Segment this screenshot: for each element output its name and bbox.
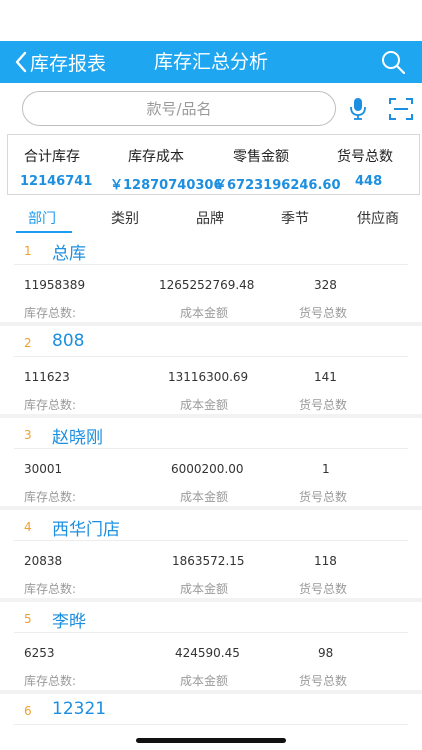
list-item[interactable]: 5 李晔 6253 424590.45 98 库存总数: 成本金额 货号总数	[0, 602, 422, 690]
item-index: 5	[24, 612, 32, 626]
search-row	[0, 83, 422, 131]
item-cost-label: 成本金额	[180, 398, 229, 412]
divider	[14, 724, 408, 725]
item-cost-label: 成本金额	[180, 674, 229, 688]
item-name: 总库	[52, 244, 86, 264]
back-button[interactable]: 库存报表	[14, 41, 106, 83]
item-name: 赵晓刚	[52, 428, 103, 448]
summary-panel: 合计库存 库存成本 零售金额 货号总数 12146741 ￥1287074030…	[7, 134, 420, 195]
item-cost-label: 成本金额	[180, 490, 229, 504]
item-sku-value: 118	[314, 554, 337, 568]
item-stock-label: 库存总数:	[24, 490, 77, 504]
item-stock-label: 库存总数:	[24, 306, 77, 320]
divider	[14, 264, 408, 265]
item-cost-value: 13116300.69	[168, 370, 249, 384]
item-sku-value: 1	[322, 462, 330, 476]
home-indicator	[136, 738, 286, 743]
tab-season[interactable]: 季节	[281, 208, 309, 228]
item-sku-label: 货号总数	[299, 674, 348, 688]
item-cost-value: 1863572.15	[172, 554, 245, 568]
nav-bar: 库存报表 库存汇总分析	[0, 41, 422, 83]
item-sku-label: 货号总数	[299, 306, 348, 320]
microphone-icon[interactable]	[348, 97, 368, 121]
search-icon[interactable]	[380, 49, 406, 75]
item-name: 12321	[52, 699, 107, 719]
item-index: 3	[24, 428, 32, 442]
tab-brand[interactable]: 品牌	[196, 208, 224, 228]
summary-label-total-stock: 合计库存	[24, 149, 80, 165]
item-cost-value: 6000200.00	[171, 462, 244, 476]
item-sku-value: 98	[318, 646, 334, 660]
item-name: 西华门店	[52, 520, 120, 540]
item-name: 李晔	[52, 612, 86, 632]
item-index: 6	[24, 704, 32, 718]
search-input[interactable]	[22, 91, 336, 126]
item-stock-label: 库存总数:	[24, 674, 77, 688]
item-sku-value: 141	[314, 370, 337, 384]
summary-value-total-stock: 12146741	[20, 174, 93, 189]
back-label: 库存报表	[30, 52, 107, 75]
divider	[14, 356, 408, 357]
item-sku-label: 货号总数	[299, 582, 348, 596]
item-stock-value: 6253	[24, 646, 55, 660]
list-item[interactable]: 2 808 111623 13116300.69 141 库存总数: 成本金额 …	[0, 326, 422, 414]
item-stock-value: 111623	[24, 370, 70, 384]
tab-supplier[interactable]: 供应商	[357, 208, 399, 228]
summary-label-sku-count: 货号总数	[337, 149, 393, 165]
item-cost-value: 424590.45	[175, 646, 240, 660]
list-item[interactable]: 1 总库 11958389 1265252769.48 328 库存总数: 成本…	[0, 234, 422, 322]
item-stock-value: 20838	[24, 554, 63, 568]
item-sku-label: 货号总数	[299, 398, 348, 412]
department-list: 1 总库 11958389 1265252769.48 328 库存总数: 成本…	[0, 234, 422, 750]
scan-icon[interactable]	[389, 97, 413, 121]
item-stock-label: 库存总数:	[24, 582, 77, 596]
summary-value-retail-amount: ￥6723196246.60	[214, 178, 341, 193]
item-sku-label: 货号总数	[299, 490, 348, 504]
item-index: 1	[24, 244, 32, 258]
item-cost-value: 1265252769.48	[159, 278, 255, 292]
item-stock-value: 30001	[24, 462, 63, 476]
list-item[interactable]: 4 西华门店 20838 1863572.15 118 库存总数: 成本金额 货…	[0, 510, 422, 598]
summary-value-stock-cost: ￥12870740306	[110, 178, 223, 193]
list-item[interactable]: 3 赵晓刚 30001 6000200.00 1 库存总数: 成本金额 货号总数	[0, 418, 422, 506]
item-cost-label: 成本金额	[180, 306, 229, 320]
category-tabs: 部门 类别 品牌 季节 供应商	[0, 200, 422, 234]
status-bar	[0, 0, 422, 41]
tab-category[interactable]: 类别	[111, 208, 139, 228]
divider	[14, 540, 408, 541]
tab-active-indicator	[16, 231, 72, 233]
divider	[14, 448, 408, 449]
item-cost-label: 成本金额	[180, 582, 229, 596]
chevron-left-icon	[15, 51, 27, 73]
summary-value-sku-count: 448	[355, 174, 383, 189]
summary-label-retail-amount: 零售金额	[233, 149, 289, 165]
item-name: 808	[52, 331, 85, 351]
item-sku-value: 328	[314, 278, 337, 292]
item-stock-value: 11958389	[24, 278, 86, 292]
item-index: 4	[24, 520, 32, 534]
divider	[14, 632, 408, 633]
item-index: 2	[24, 336, 32, 350]
item-stock-label: 库存总数:	[24, 398, 77, 412]
summary-label-stock-cost: 库存成本	[128, 149, 184, 165]
tab-department[interactable]: 部门	[28, 208, 56, 228]
